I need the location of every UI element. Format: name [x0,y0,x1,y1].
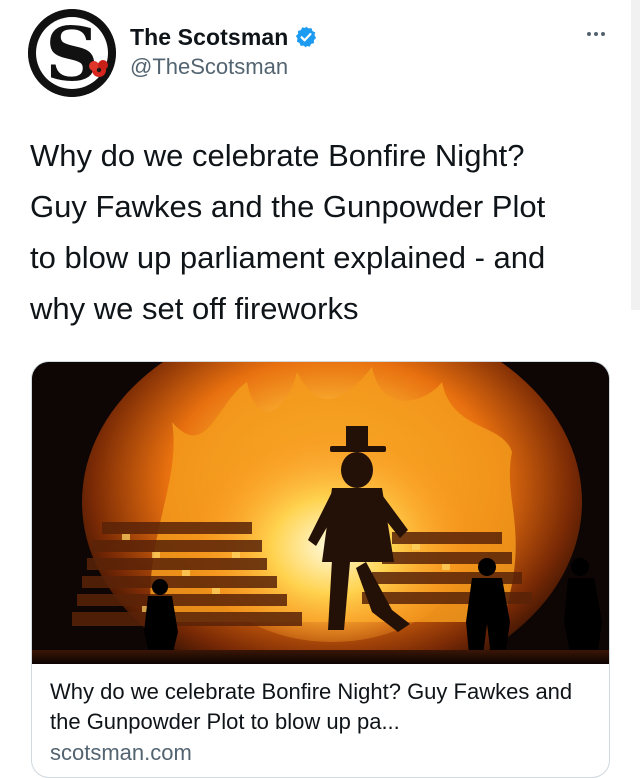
link-preview-card[interactable]: Why do we celebrate Bonfire Night? Guy F… [31,361,610,778]
display-name[interactable]: The Scotsman [130,24,288,51]
scrollbar[interactable] [631,0,640,310]
scotsman-logo-icon: S [28,9,116,97]
tweet-text-line: to blow up parliament explained - and [30,240,546,275]
card-title[interactable]: Why do we celebrate Bonfire Night? Guy F… [50,677,595,737]
avatar-letter: S [45,12,98,97]
more-options-button[interactable] [580,22,612,46]
verified-badge-icon [296,26,317,48]
avatar[interactable]: S [28,9,116,97]
card-domain[interactable]: scotsman.com [50,737,595,769]
tweet-text-line: Guy Fawkes and the Gunpowder Plot [30,189,546,224]
tweet-text: Why do we celebrate Bonfire Night? Guy F… [30,130,620,334]
author-name-row[interactable]: The Scotsman [130,22,318,52]
card-image[interactable] [32,362,609,664]
more-dot [594,32,598,36]
tweet-text-line: Why do we celebrate Bonfire Night? [30,138,525,173]
more-horizontal-icon [587,32,591,36]
tweet: S The Scotsman @TheScotsman Why do we ce… [0,0,640,778]
bonfire-image [32,362,609,664]
tweet-text-line: why we set off fireworks [30,291,359,326]
author-handle[interactable]: @TheScotsman [130,54,288,80]
card-text[interactable]: Why do we celebrate Bonfire Night? Guy F… [50,677,595,769]
more-dot [601,32,605,36]
